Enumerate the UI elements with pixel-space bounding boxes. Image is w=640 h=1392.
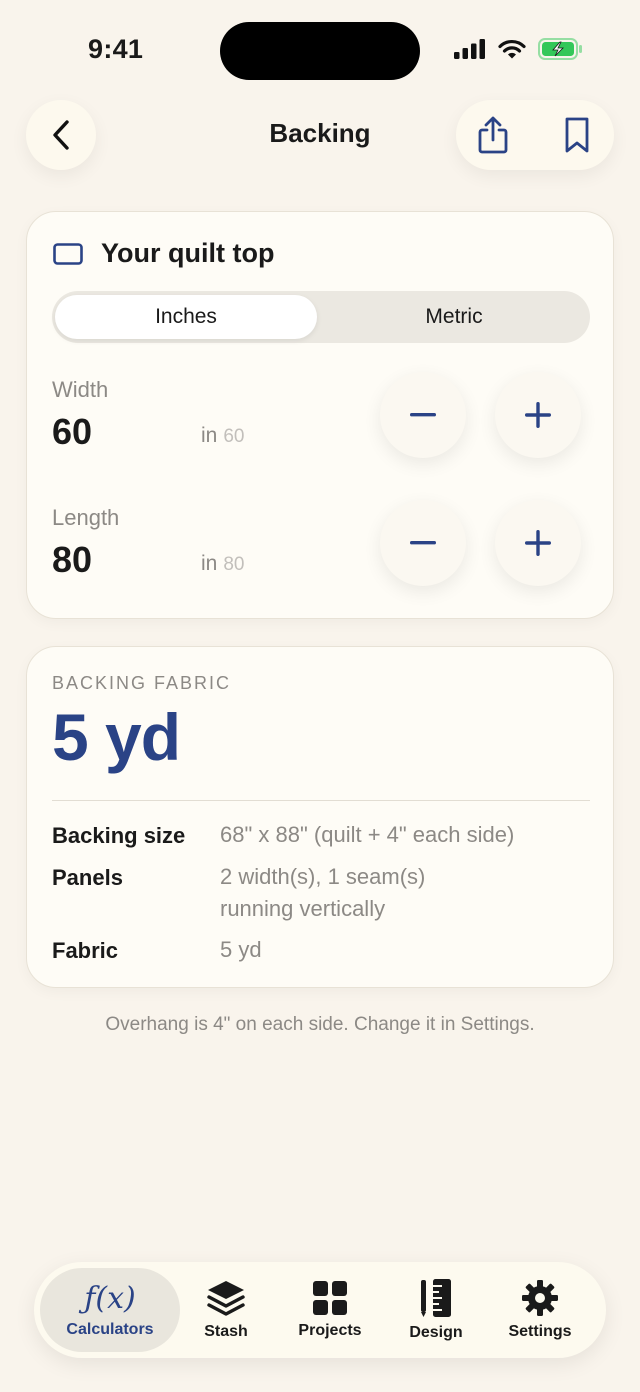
overhang-note: Overhang is 4" on each side. Change it i… (105, 1014, 535, 1035)
dynamic-island (220, 22, 420, 80)
backing-fabric-label: BACKING FABRIC (52, 673, 232, 693)
tab-design[interactable]: Design (390, 1268, 482, 1352)
tab-settings[interactable]: Settings (492, 1268, 588, 1352)
status-time: 9:41 (88, 34, 144, 64)
length-unit-label: in (201, 552, 218, 575)
width-decrement-button[interactable] (380, 372, 466, 458)
wifi-icon (498, 39, 526, 59)
fabric-label: Fabric (52, 938, 119, 963)
panels-value: 2 width(s), 1 seam(s) (220, 864, 426, 889)
tab-label: Projects (298, 1322, 362, 1339)
tab-bar: ƒ(x) Calculators Stash Projects Design S… (34, 1262, 606, 1358)
tab-calculators[interactable]: ƒ(x) Calculators (40, 1268, 180, 1352)
minus-icon (410, 541, 436, 545)
tab-label: Stash (204, 1323, 248, 1340)
battery-charging-icon (538, 38, 582, 60)
panels-orientation: running vertically (220, 896, 386, 921)
quilt-top-title: Your quilt top (101, 238, 275, 268)
length-decrement-button[interactable] (380, 500, 466, 586)
length-value[interactable]: 80 (52, 539, 92, 581)
cellular-signal-icon (454, 39, 485, 59)
grid-icon (313, 1281, 347, 1315)
tab-projects[interactable]: Projects (280, 1268, 380, 1352)
width-unit: in 60 (201, 424, 245, 448)
panels-label: Panels (52, 865, 123, 890)
gear-icon (522, 1280, 558, 1316)
fabric-value: 5 yd (220, 937, 262, 962)
plus-icon (525, 402, 551, 428)
backing-screen: 9:41 Backing Your quilt top Inches Metri… (0, 0, 640, 1392)
backing-size-value: 68" x 88" (quilt + 4" each side) (220, 822, 515, 847)
share-icon (478, 116, 508, 154)
backing-size-label: Backing size (52, 823, 186, 848)
width-unit-hint: 60 (223, 426, 245, 447)
plus-icon (525, 530, 551, 556)
length-unit: in 80 (201, 552, 245, 576)
ruler-icon (421, 1279, 451, 1317)
length-unit-hint: 80 (223, 554, 245, 575)
function-icon: ƒ(x) (78, 1281, 135, 1315)
nav-actions (456, 100, 614, 170)
backing-result-card: BACKING FABRIC 5 yd Backing size 68" x 8… (26, 646, 614, 988)
length-label: Length (52, 505, 120, 530)
divider (52, 800, 590, 801)
width-value[interactable]: 60 (52, 411, 92, 453)
share-button[interactable] (458, 100, 528, 170)
width-increment-button[interactable] (495, 372, 581, 458)
quilt-top-header: Your quilt top (53, 238, 274, 269)
tab-label: Settings (508, 1323, 572, 1340)
bookmark-button[interactable] (542, 100, 612, 170)
width-unit-label: in (201, 424, 218, 447)
status-icons (454, 38, 584, 60)
tab-stash[interactable]: Stash (180, 1268, 272, 1352)
quilt-top-card: Your quilt top Inches Metric Width 60 in… (26, 211, 614, 619)
rectangle-icon (53, 242, 83, 265)
stack-icon (207, 1281, 245, 1316)
width-label: Width (52, 377, 109, 402)
tab-label: Design (409, 1324, 463, 1341)
tab-label: Calculators (66, 1321, 154, 1338)
bookmark-icon (565, 117, 589, 153)
segment-inches[interactable]: Inches (55, 295, 317, 339)
svg-text:ƒ(x): ƒ(x) (78, 1281, 135, 1315)
backing-fabric-value: 5 yd (52, 700, 181, 774)
unit-segmented-control: Inches Metric (52, 291, 590, 343)
length-increment-button[interactable] (495, 500, 581, 586)
segment-metric[interactable]: Metric (320, 295, 588, 339)
minus-icon (410, 413, 436, 417)
